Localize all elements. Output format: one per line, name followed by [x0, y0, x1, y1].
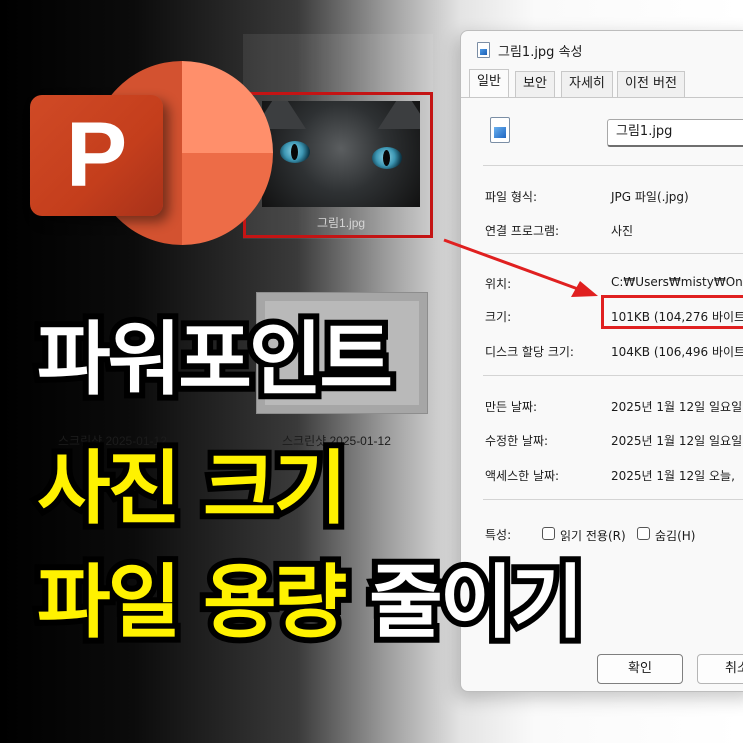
tab-general[interactable]: 일반 — [469, 69, 509, 97]
cancel-button[interactable]: 취소 — [697, 654, 743, 684]
accessed-label: 액세스한 날짜: — [485, 469, 560, 483]
opens-with-value: 사진 — [611, 224, 634, 238]
modified-label: 수정한 날짜: — [485, 434, 549, 448]
created-label: 만든 날짜: — [485, 400, 538, 414]
tab-bar: 일반 보안 자세히 이전 버전 — [469, 69, 743, 97]
modified-value: 2025년 1월 12일 일요일 — [611, 434, 743, 448]
disk-size-value: 104KB (106,496 바이트) — [611, 345, 743, 359]
opens-with-label: 연결 프로그램: — [485, 224, 560, 238]
divider — [483, 375, 743, 376]
attributes-label: 특성: — [485, 528, 512, 542]
size-label: 크기: — [485, 310, 512, 324]
headline-line-2: 사진 크기 — [31, 442, 353, 535]
hidden-label: 숨김(H) — [655, 529, 696, 543]
hidden-checkbox[interactable] — [637, 527, 650, 540]
ok-button[interactable]: 확인 — [597, 654, 683, 684]
tab-previous-versions[interactable]: 이전 버전 — [617, 71, 685, 97]
divider — [483, 165, 743, 166]
dialog-title: 그림1.jpg 속성 — [498, 45, 583, 60]
filename-input[interactable]: 그림1.jpg — [607, 119, 743, 147]
divider — [483, 253, 743, 254]
file-type-label: 파일 형식: — [485, 190, 538, 204]
headline-line-3-yellow: 파일 용량 — [31, 556, 370, 649]
jpg-file-icon — [490, 117, 510, 143]
powerpoint-logo-letter: P — [65, 104, 128, 206]
headline-line-3-white: 줄이기 — [363, 556, 590, 649]
tab-divider — [461, 97, 743, 98]
readonly-label: 읽기 전용(R) — [560, 529, 626, 543]
size-highlight-box — [601, 295, 743, 329]
divider — [483, 499, 743, 500]
dialog-titlebar[interactable]: 그림1.jpg 속성 — [461, 31, 743, 69]
headline-line-1: 파워포인트 — [31, 313, 399, 406]
tab-details[interactable]: 자세히 — [561, 71, 613, 97]
headline-line-3: 파일 용량 줄이기 — [31, 557, 590, 649]
readonly-checkbox[interactable] — [542, 527, 555, 540]
disk-size-label: 디스크 할당 크기: — [485, 345, 574, 359]
image-file-icon — [477, 42, 490, 58]
tab-security[interactable]: 보안 — [515, 71, 555, 97]
location-label: 위치: — [485, 277, 512, 291]
accessed-value: 2025년 1월 12일 오늘, — [611, 469, 735, 483]
file-type-value: JPG 파일(.jpg) — [611, 190, 689, 204]
location-value: C:₩Users₩misty₩OneD — [611, 275, 743, 289]
created-value: 2025년 1월 12일 일요일 — [611, 400, 743, 414]
